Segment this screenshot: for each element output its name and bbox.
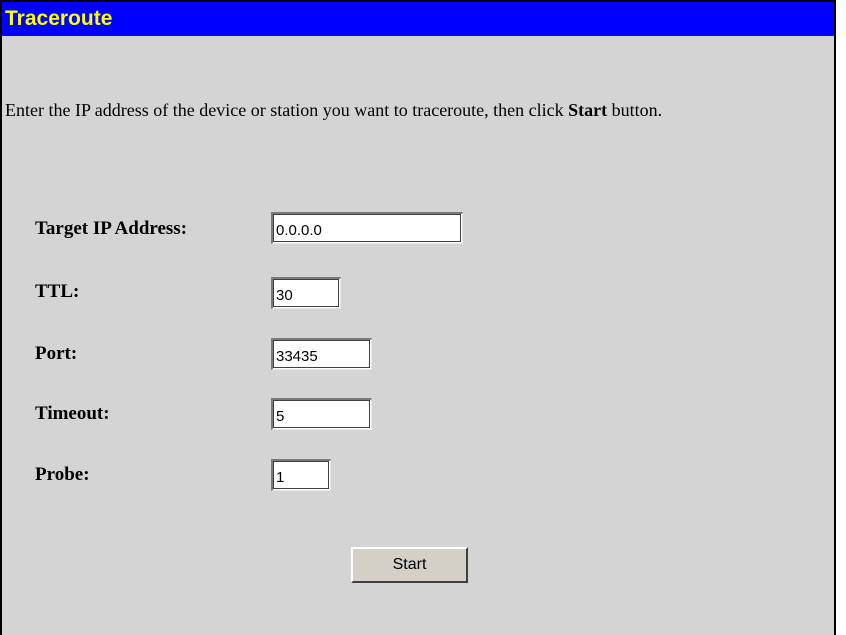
target-ip-label: Target IP Address: (35, 218, 188, 239)
timeout-label: Timeout: (35, 403, 110, 424)
port-label: Port: (35, 343, 78, 364)
port-input[interactable] (271, 338, 372, 370)
ttl-input[interactable] (271, 277, 341, 309)
instructions-emphasis: Start (568, 100, 608, 120)
ttl-label: TTL: (35, 281, 80, 302)
traceroute-panel: Traceroute Enter the IP address of the d… (0, 0, 836, 635)
probe-label: Probe: (35, 464, 90, 485)
probe-input[interactable] (271, 459, 331, 491)
timeout-input[interactable] (271, 398, 372, 430)
target-ip-input[interactable] (271, 212, 463, 244)
instructions-after: button. (607, 100, 663, 120)
page-title: Traceroute (5, 7, 113, 30)
instructions-before: Enter the IP address of the device or st… (5, 100, 569, 120)
title-bar: Traceroute (2, 2, 834, 36)
start-button[interactable]: Start (351, 547, 468, 583)
instructions-text: Enter the IP address of the device or st… (5, 96, 805, 124)
